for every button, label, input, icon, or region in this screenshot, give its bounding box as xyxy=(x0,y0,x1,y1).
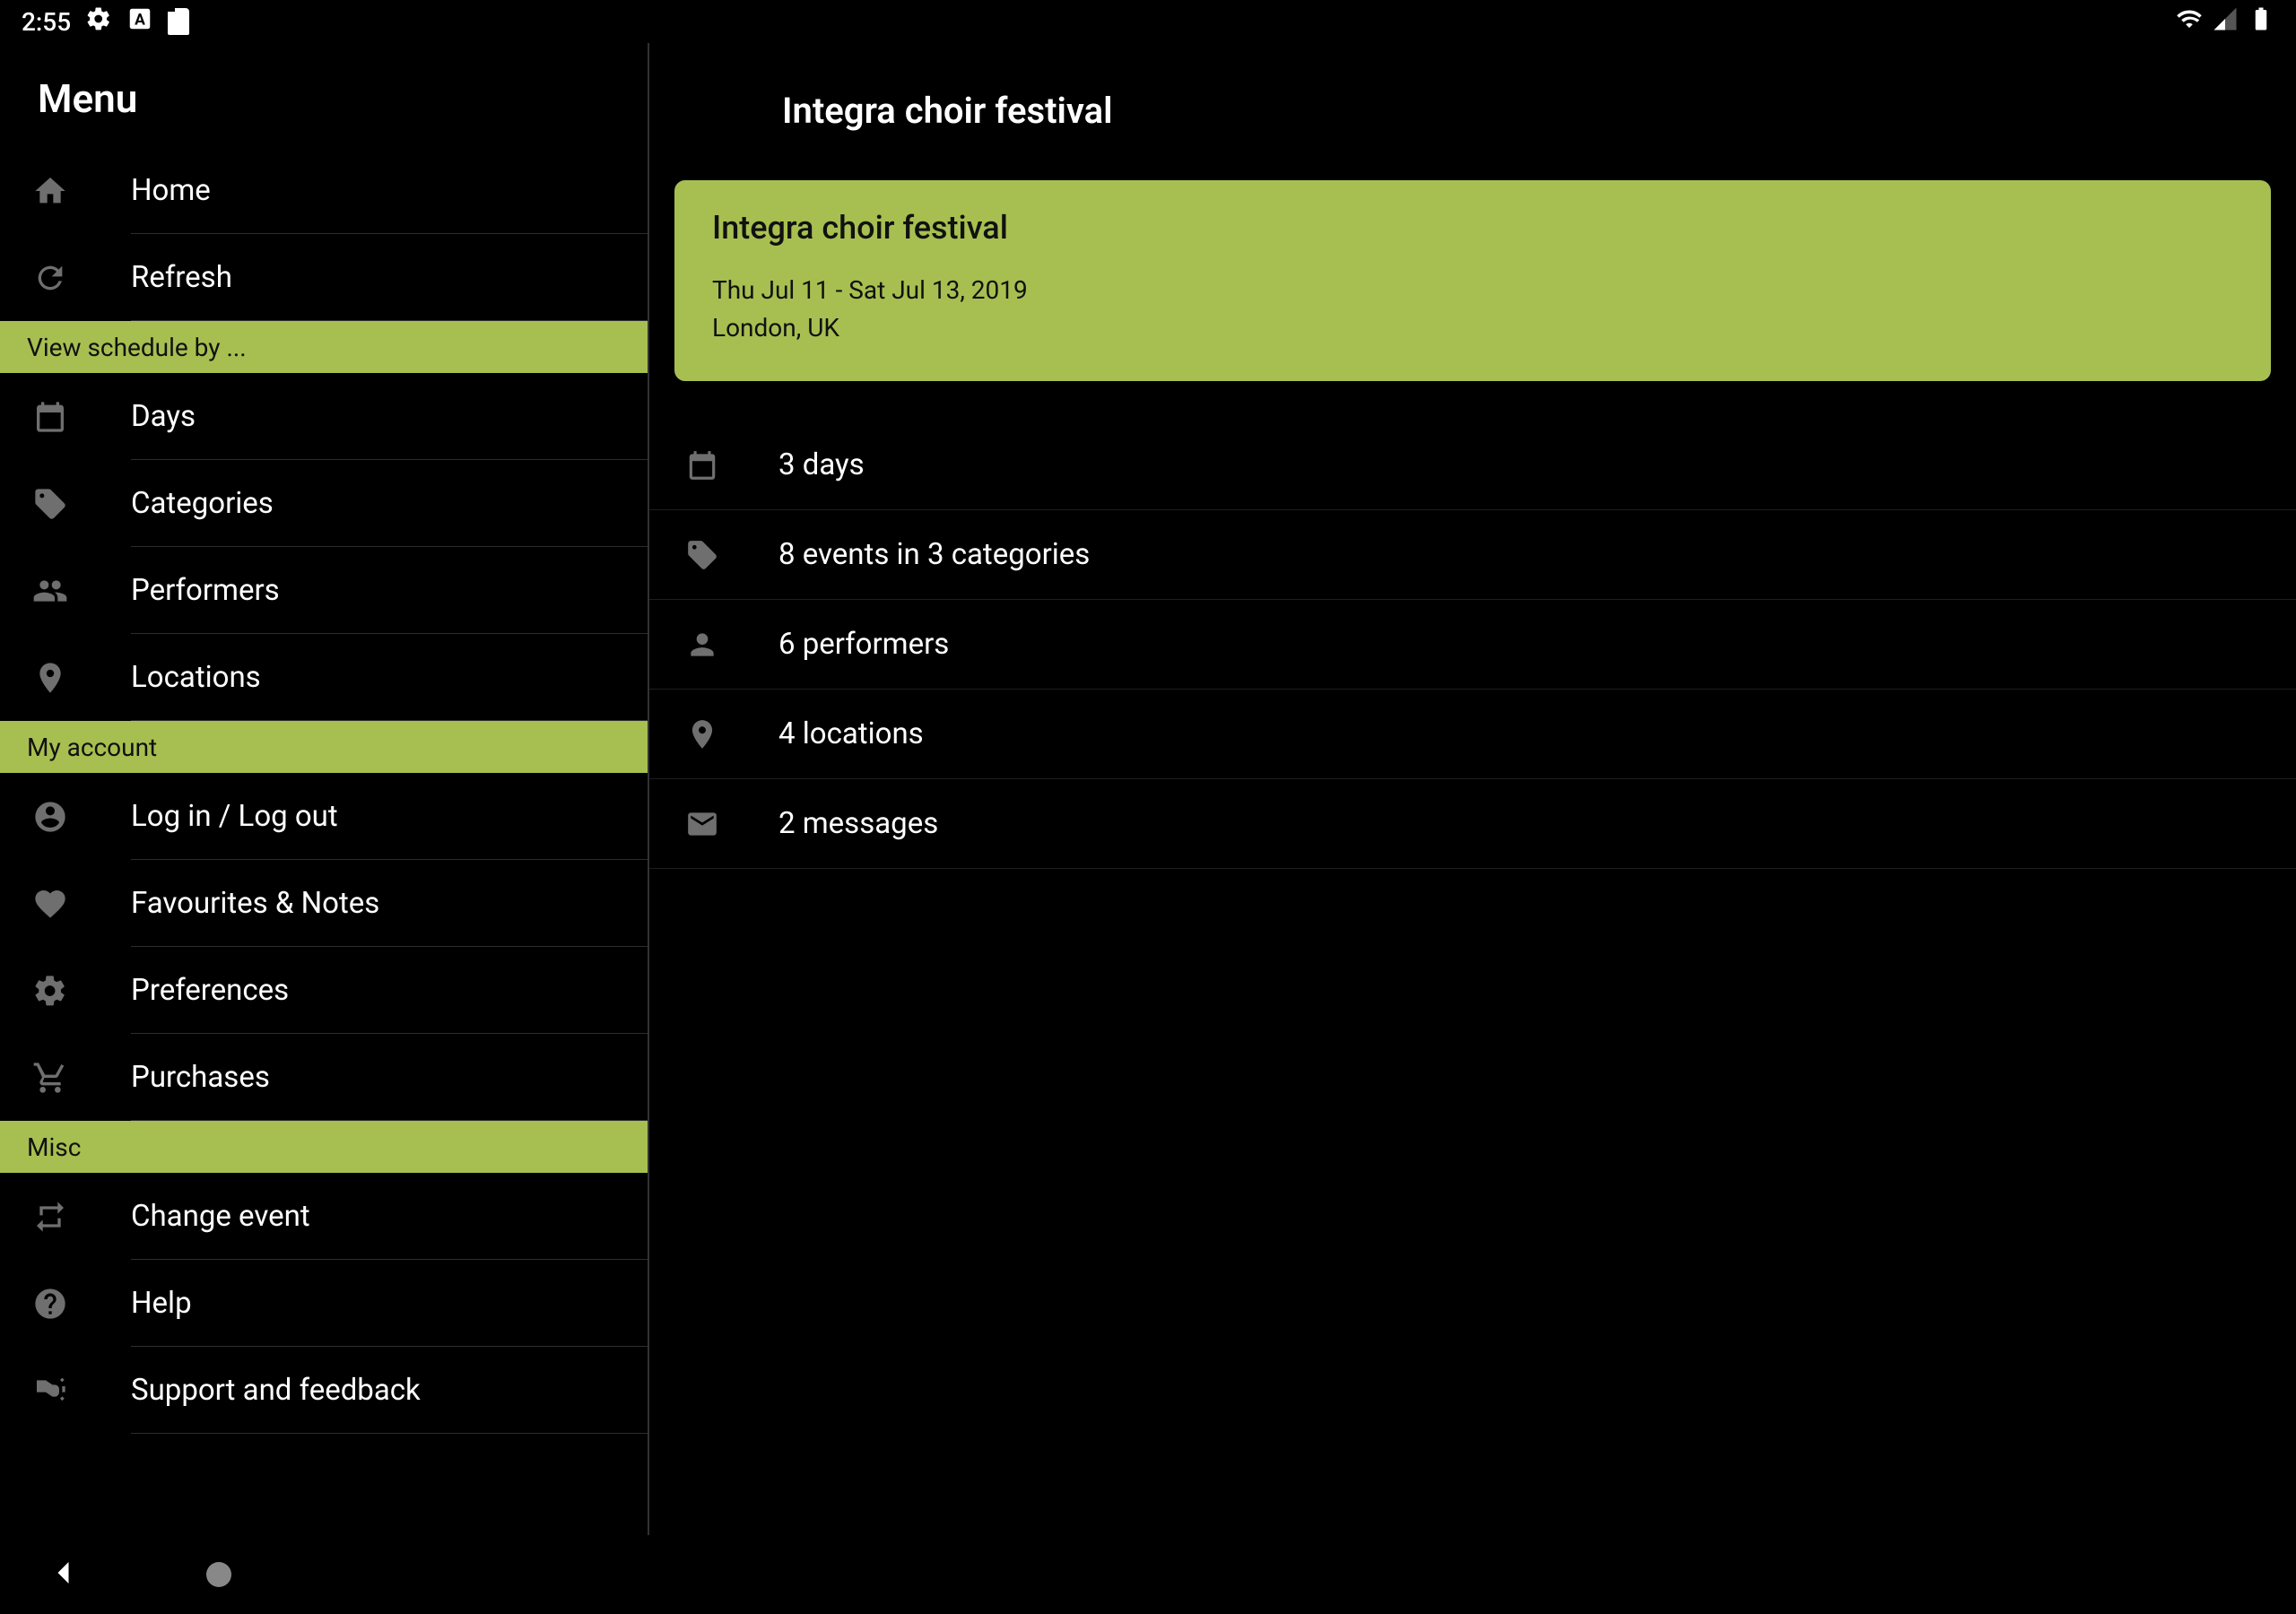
sidebar-item-categories[interactable]: Categories xyxy=(0,460,648,547)
event-summary-card[interactable]: Integra choir festival Thu Jul 11 - Sat … xyxy=(674,180,2271,381)
home-icon xyxy=(29,173,131,209)
sidebar-item-favourites[interactable]: Favourites & Notes xyxy=(0,860,648,947)
cart-icon xyxy=(29,1060,131,1096)
person-icon xyxy=(685,628,778,662)
event-dates: Thu Jul 11 - Sat Jul 13, 2019 xyxy=(712,272,2233,309)
stat-label: 3 days xyxy=(778,447,865,482)
sidebar-item-home[interactable]: Home xyxy=(0,147,648,234)
tag-icon xyxy=(685,538,778,572)
sidebar-item-refresh[interactable]: Refresh xyxy=(0,234,648,321)
sidebar-item-locations[interactable]: Locations xyxy=(0,634,648,721)
help-icon xyxy=(29,1286,131,1322)
sidebar-section-schedule: View schedule by ... xyxy=(0,321,648,373)
account-icon xyxy=(29,799,131,835)
sidebar-item-label: Log in / Log out xyxy=(131,773,648,860)
sidebar-item-label: Purchases xyxy=(131,1034,648,1121)
sidebar-item-performers[interactable]: Performers xyxy=(0,547,648,634)
content: Integra choir festival Integra choir fes… xyxy=(649,43,2296,1535)
svg-text:A: A xyxy=(135,11,145,29)
sidebar-item-label: Home xyxy=(131,147,648,234)
sidebar-item-label: Change event xyxy=(131,1173,648,1260)
mail-icon xyxy=(685,807,778,841)
sidebar-item-label: Preferences xyxy=(131,947,648,1034)
sidebar-item-help[interactable]: Help xyxy=(0,1260,648,1347)
heart-icon xyxy=(29,886,131,922)
gear-icon xyxy=(29,973,131,1009)
sidebar-title: Menu xyxy=(0,59,648,147)
sidebar-item-days[interactable]: Days xyxy=(0,373,648,460)
stat-label: 6 performers xyxy=(778,627,949,662)
stat-row-locations[interactable]: 4 locations xyxy=(649,690,2296,779)
page-title: Integra choir festival xyxy=(649,70,2296,168)
status-bar: 2:55 A xyxy=(0,0,2296,43)
sidebar: Menu Home Refresh View schedule by ... D… xyxy=(0,43,649,1535)
nav-home-button[interactable] xyxy=(206,1562,231,1587)
location-icon xyxy=(685,717,778,751)
sidebar-item-purchases[interactable]: Purchases xyxy=(0,1034,648,1121)
sidebar-item-change-event[interactable]: Change event xyxy=(0,1173,648,1260)
settings-status-icon xyxy=(85,5,112,39)
stat-row-messages[interactable]: 2 messages xyxy=(649,779,2296,869)
stat-row-events[interactable]: 8 events in 3 categories xyxy=(649,510,2296,600)
stat-label: 8 events in 3 categories xyxy=(778,537,1090,572)
sidebar-item-label: Categories xyxy=(131,460,648,547)
sidebar-item-support[interactable]: Support and feedback xyxy=(0,1347,648,1434)
refresh-icon xyxy=(29,260,131,296)
android-navbar xyxy=(0,1535,2296,1614)
megaphone-icon xyxy=(29,1373,131,1409)
sidebar-item-label: Performers xyxy=(131,547,648,634)
sd-card-icon xyxy=(168,8,189,35)
location-icon xyxy=(29,660,131,696)
swap-icon xyxy=(29,1199,131,1235)
sidebar-item-label: Refresh xyxy=(131,234,648,321)
battery-icon xyxy=(2248,5,2274,39)
sidebar-section-misc: Misc xyxy=(0,1121,648,1173)
stat-label: 2 messages xyxy=(778,806,938,841)
status-time: 2:55 xyxy=(22,7,71,37)
event-location: London, UK xyxy=(712,309,2233,347)
tag-icon xyxy=(29,486,131,522)
sidebar-item-label: Help xyxy=(131,1260,648,1347)
sidebar-item-label: Days xyxy=(131,373,648,460)
wifi-icon xyxy=(2176,5,2203,39)
stat-label: 4 locations xyxy=(778,716,924,751)
sidebar-item-label: Locations xyxy=(131,634,648,721)
sidebar-item-preferences[interactable]: Preferences xyxy=(0,947,648,1034)
sidebar-section-account: My account xyxy=(0,721,648,773)
sidebar-item-label: Support and feedback xyxy=(131,1347,648,1434)
nav-back-button[interactable] xyxy=(48,1557,81,1592)
people-icon xyxy=(29,573,131,609)
sidebar-item-login[interactable]: Log in / Log out xyxy=(0,773,648,860)
sidebar-item-label: Favourites & Notes xyxy=(131,860,648,947)
stat-row-performers[interactable]: 6 performers xyxy=(649,600,2296,690)
event-name: Integra choir festival xyxy=(712,209,2233,247)
font-status-icon: A xyxy=(126,5,153,39)
calendar-icon xyxy=(29,399,131,435)
cell-signal-icon xyxy=(2212,5,2239,39)
calendar-icon xyxy=(685,448,778,482)
stat-row-days[interactable]: 3 days xyxy=(649,421,2296,510)
